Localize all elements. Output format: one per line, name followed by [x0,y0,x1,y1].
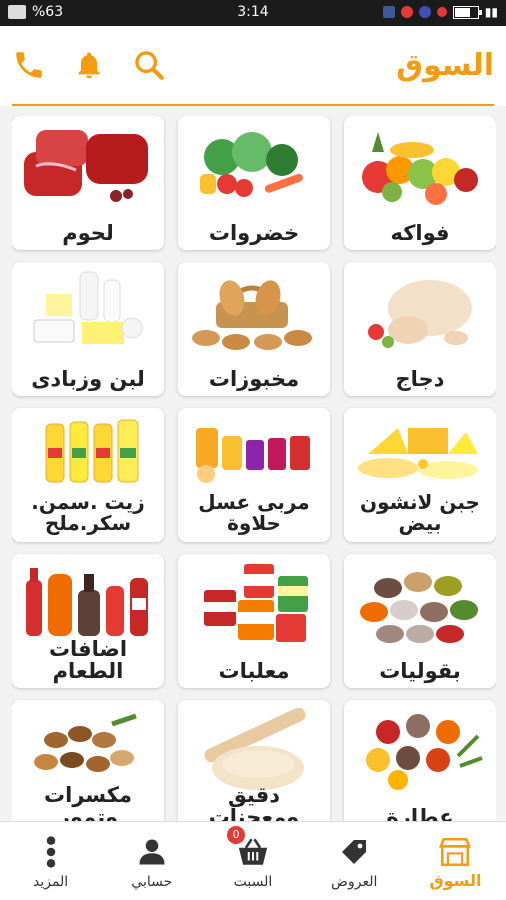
phone-icon[interactable] [10,46,48,84]
fruits-image [362,132,478,205]
category-label: اضافات الطعام [48,637,128,683]
dairy-image [33,271,143,344]
app-header: السوق [0,26,506,106]
category-label: زيت .سمن. سكر.ملح [31,490,145,535]
search-icon[interactable] [130,46,168,84]
category-card-spices[interactable]: عطارة [344,700,496,822]
jam-honey-image [196,428,310,483]
category-label: دجاج [395,367,445,391]
cheese-image [358,428,478,479]
nav-label: حسابي [131,874,173,890]
header-actions [10,46,168,84]
nav-label: المزيد [32,874,69,890]
category-label: مكسرات وتمور [44,783,132,822]
nuts-image [34,713,137,772]
facebook-icon [382,6,395,18]
page-title: السوق [396,48,494,83]
nav-market[interactable]: السوق [405,822,506,900]
nav-label: السبت [233,874,273,890]
nav-label: العروض [331,874,378,890]
tag-icon [334,832,374,872]
category-label: بقوليات [379,659,461,683]
category-card-nuts[interactable]: مكسرات وتمور [12,700,164,822]
chicken-image [368,280,472,348]
vegetables-image [200,132,303,197]
battery-icon [452,5,482,19]
legumes-image [360,572,478,643]
category-label: جبن لانشون بيض [360,490,480,535]
vodafone-icon [436,7,447,17]
category-card-bakery[interactable]: مخبوزات [178,262,330,396]
more-icon [31,832,71,872]
cart-badge: 0 [226,826,245,844]
category-label: خضروات [208,221,300,245]
category-label: مخبوزات [208,367,300,391]
sauces-image [26,568,148,636]
category-label: عطارة [386,805,454,822]
nav-cart[interactable]: 0 السبت [202,822,303,900]
app-notification-icon [400,6,413,18]
category-card-meat[interactable]: لحوم [12,116,164,250]
category-card-canned[interactable]: معلبات [178,554,330,688]
category-label: فواكه [390,221,450,245]
category-label: لبن وزبادى [31,367,145,391]
nav-offers[interactable]: العروض [304,822,405,900]
canned-image [204,564,308,642]
category-card-jam-honey[interactable]: مربى عسل حلاوة [178,408,330,542]
market-icon [435,832,475,872]
signal-icon: ▮▮ [484,5,498,19]
bottom-nav: السوق العروض 0 السبت حسابي المزيد [0,821,506,900]
nav-account[interactable]: حسابي [101,822,202,900]
category-card-flour-dough[interactable]: دقيق ومعجنات [178,700,330,822]
category-label: معلبات [218,659,290,683]
category-card-cheese[interactable]: جبن لانشون بيض [344,408,496,542]
category-card-fruits[interactable]: فواكه [344,116,496,250]
flour-dough-image [204,707,306,790]
category-card-vegetables[interactable]: خضروات [178,116,330,250]
category-card-sauces[interactable]: اضافات الطعام [12,554,164,688]
nav-label: السوق [429,871,482,890]
category-label: لحوم [62,221,114,245]
header-divider [12,104,494,106]
bakery-image [192,280,312,350]
category-card-oil[interactable]: زيت .سمن. سكر.ملح [12,408,164,542]
category-card-dairy[interactable]: لبن وزبادى [12,262,164,396]
meat-image [24,130,148,202]
nav-more[interactable]: المزيد [0,822,101,900]
user-icon [132,832,172,872]
bell-icon[interactable] [70,46,108,84]
category-label: مربى عسل حلاوة [198,490,310,535]
category-grid: فواكه خضروات لحوم دجاج مخبوزات لبن وزباد… [12,116,496,822]
app-notification-icon [418,6,431,18]
category-card-legumes[interactable]: بقوليات [344,554,496,688]
spices-image [366,714,483,790]
status-right: ▮▮ [382,5,498,19]
category-card-chicken[interactable]: دجاج [344,262,496,396]
status-bar: %63 3:14 ▮▮ [0,0,506,26]
category-label: دقيق ومعجنات [208,783,300,822]
oil-image [45,419,139,483]
